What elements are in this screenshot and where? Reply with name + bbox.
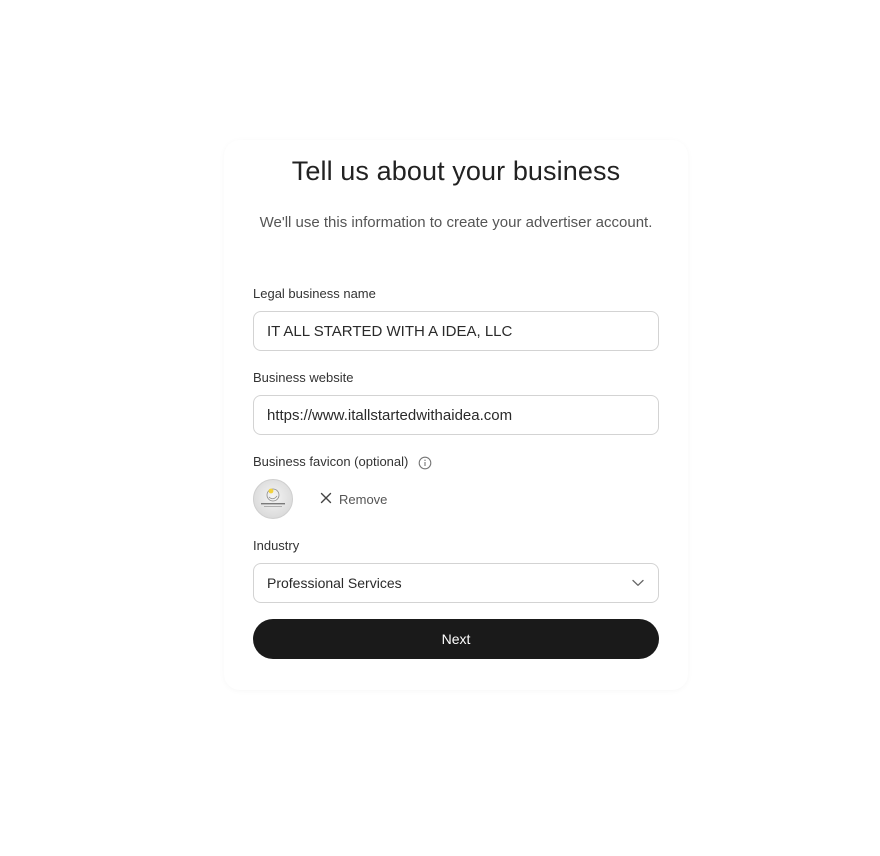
- business-favicon-label: Business favicon (optional): [253, 454, 409, 469]
- business-website-label: Business website: [253, 370, 354, 385]
- chevron-down-icon: [631, 576, 645, 590]
- info-icon[interactable]: [418, 456, 432, 470]
- industry-selected-value: Professional Services: [267, 575, 402, 591]
- business-favicon-image: [253, 479, 293, 519]
- legal-business-name-label: Legal business name: [253, 286, 376, 301]
- page-subtitle: We'll use this information to create you…: [259, 214, 653, 231]
- page-title: Tell us about your business: [291, 156, 621, 186]
- legal-business-name-input[interactable]: [253, 311, 659, 351]
- next-button[interactable]: Next: [253, 619, 659, 659]
- close-icon: [320, 492, 332, 507]
- industry-select[interactable]: Professional Services: [253, 563, 659, 603]
- industry-label: Industry: [253, 538, 300, 553]
- business-website-input[interactable]: [253, 395, 659, 435]
- business-favicon-label-row: Business favicon (optional): [253, 454, 432, 470]
- remove-favicon-label: Remove: [339, 491, 388, 507]
- remove-favicon-button[interactable]: Remove: [316, 488, 391, 510]
